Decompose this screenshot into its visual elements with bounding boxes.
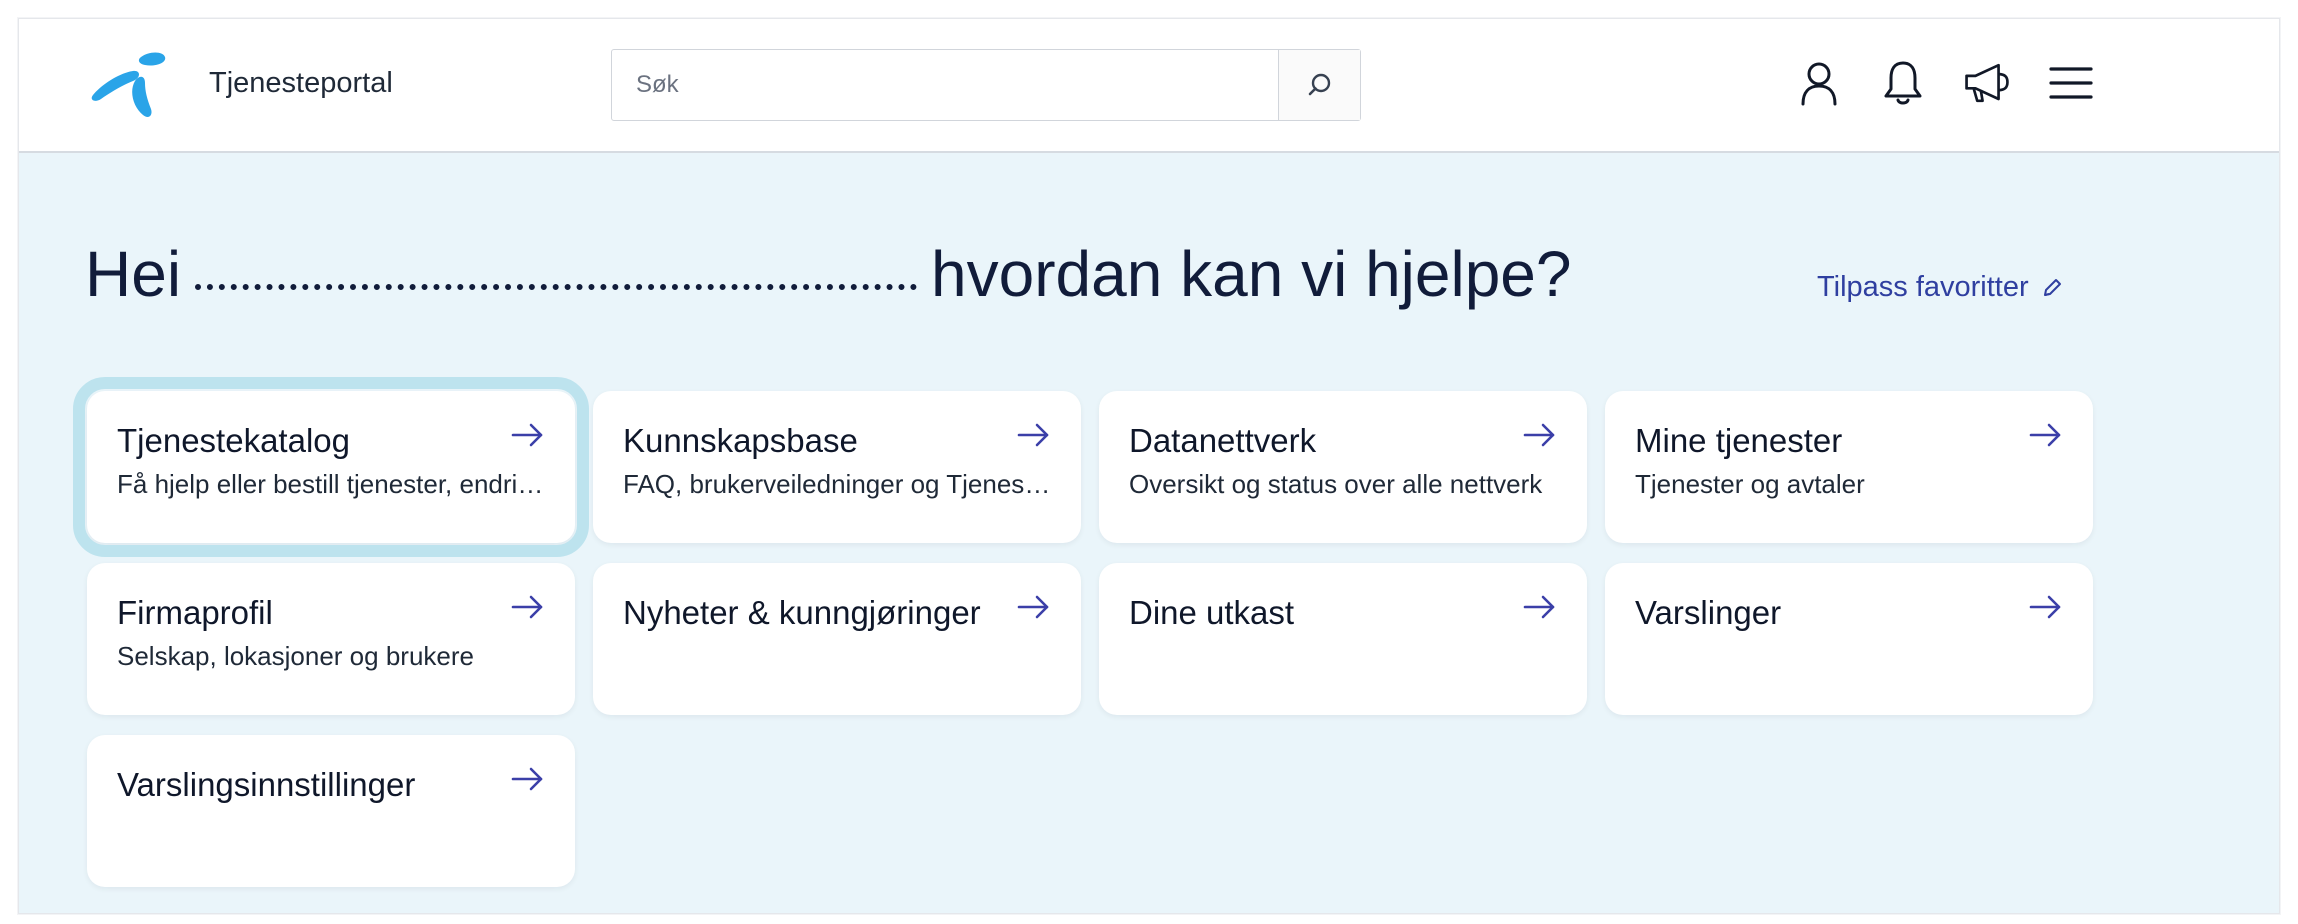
card-dine-utkast[interactable]: Dine utkast [1099, 563, 1587, 715]
megaphone-icon[interactable] [1963, 57, 2011, 109]
card-subtitle: Tjenester og avtaler [1635, 469, 1865, 499]
card-title: Datanettverk [1129, 422, 1317, 459]
customize-favorites-label: Tilpass favoritter [1817, 271, 2029, 303]
card-title: Tjenestekatalog [117, 422, 350, 459]
favorites-grid: Tjenestekatalog Få hjelp eller bestill t… [73, 377, 2099, 887]
greeting-end: hvordan kan vi hjelpe? [931, 238, 1572, 310]
card-varslingsinnstillinger[interactable]: Varslingsinnstillinger [87, 735, 575, 887]
card-subtitle: FAQ, brukerveiledninger og Tjenestebeskr… [623, 469, 1051, 499]
card-title: Kunnskapsbase [623, 422, 858, 459]
arrow-right-icon [2029, 423, 2061, 447]
arrow-right-icon [511, 595, 543, 619]
card-kunnskapsbase[interactable]: Kunnskapsbase FAQ, brukerveiledninger og… [593, 391, 1081, 543]
card-subtitle: Selskap, lokasjoner og brukere [117, 641, 474, 671]
search-input[interactable] [612, 50, 1278, 120]
arrow-right-icon [511, 767, 543, 791]
user-icon[interactable] [1795, 57, 1843, 109]
card-title: Varslingsinnstillinger [117, 766, 416, 803]
card-title: Varslinger [1635, 594, 1782, 631]
card-title: Dine utkast [1129, 594, 1295, 631]
card-mine-tjenester[interactable]: Mine tjenester Tjenester og avtaler [1605, 391, 2093, 543]
card-title: Nyheter & kunngjøringer [623, 594, 981, 631]
arrow-right-icon [1017, 595, 1049, 619]
customize-favorites-link[interactable]: Tilpass favoritter [1817, 271, 2063, 304]
user-name-placeholder [195, 276, 918, 290]
telia-logo-icon[interactable] [89, 49, 169, 119]
search-box [611, 49, 1361, 121]
card-subtitle: Få hjelp eller bestill tjenester, endrin… [117, 469, 545, 499]
arrow-right-icon [2029, 595, 2061, 619]
card-datanettverk[interactable]: Datanettverk Oversikt og status over all… [1099, 391, 1587, 543]
greeting-start: Hei [85, 238, 182, 310]
card-tjenestekatalog[interactable]: Tjenestekatalog Få hjelp eller bestill t… [73, 377, 589, 557]
top-header: Tjenesteportal [19, 19, 2279, 153]
card-subtitle: Oversikt og status over alle nettverk [1129, 469, 1543, 499]
arrow-right-icon [1017, 423, 1049, 447]
arrow-right-icon [511, 423, 543, 447]
search-button[interactable] [1278, 50, 1360, 120]
greeting-heading: Hei hvordan kan vi hjelpe? [85, 235, 1571, 313]
header-actions [1795, 55, 2095, 111]
bell-icon[interactable] [1879, 57, 1927, 109]
arrow-right-icon [1523, 423, 1555, 447]
menu-icon[interactable] [2047, 57, 2095, 109]
pencil-icon [2043, 278, 2061, 296]
arrow-right-icon [1523, 595, 1555, 619]
card-varslinger[interactable]: Varslinger [1605, 563, 2093, 715]
card-nyheter-kunngjoringer[interactable]: Nyheter & kunngjøringer [593, 563, 1081, 715]
search-icon [1308, 73, 1330, 96]
app-window: Tjenesteportal Søk Hei hvordan kan vi hj… [18, 18, 2280, 914]
card-title: Mine tjenester [1635, 422, 1843, 459]
card-firmaprofil[interactable]: Firmaprofil Selskap, lokasjoner og bruke… [87, 563, 575, 715]
card-title: Firmaprofil [117, 594, 273, 631]
app-title[interactable]: Tjenesteportal [209, 63, 393, 103]
